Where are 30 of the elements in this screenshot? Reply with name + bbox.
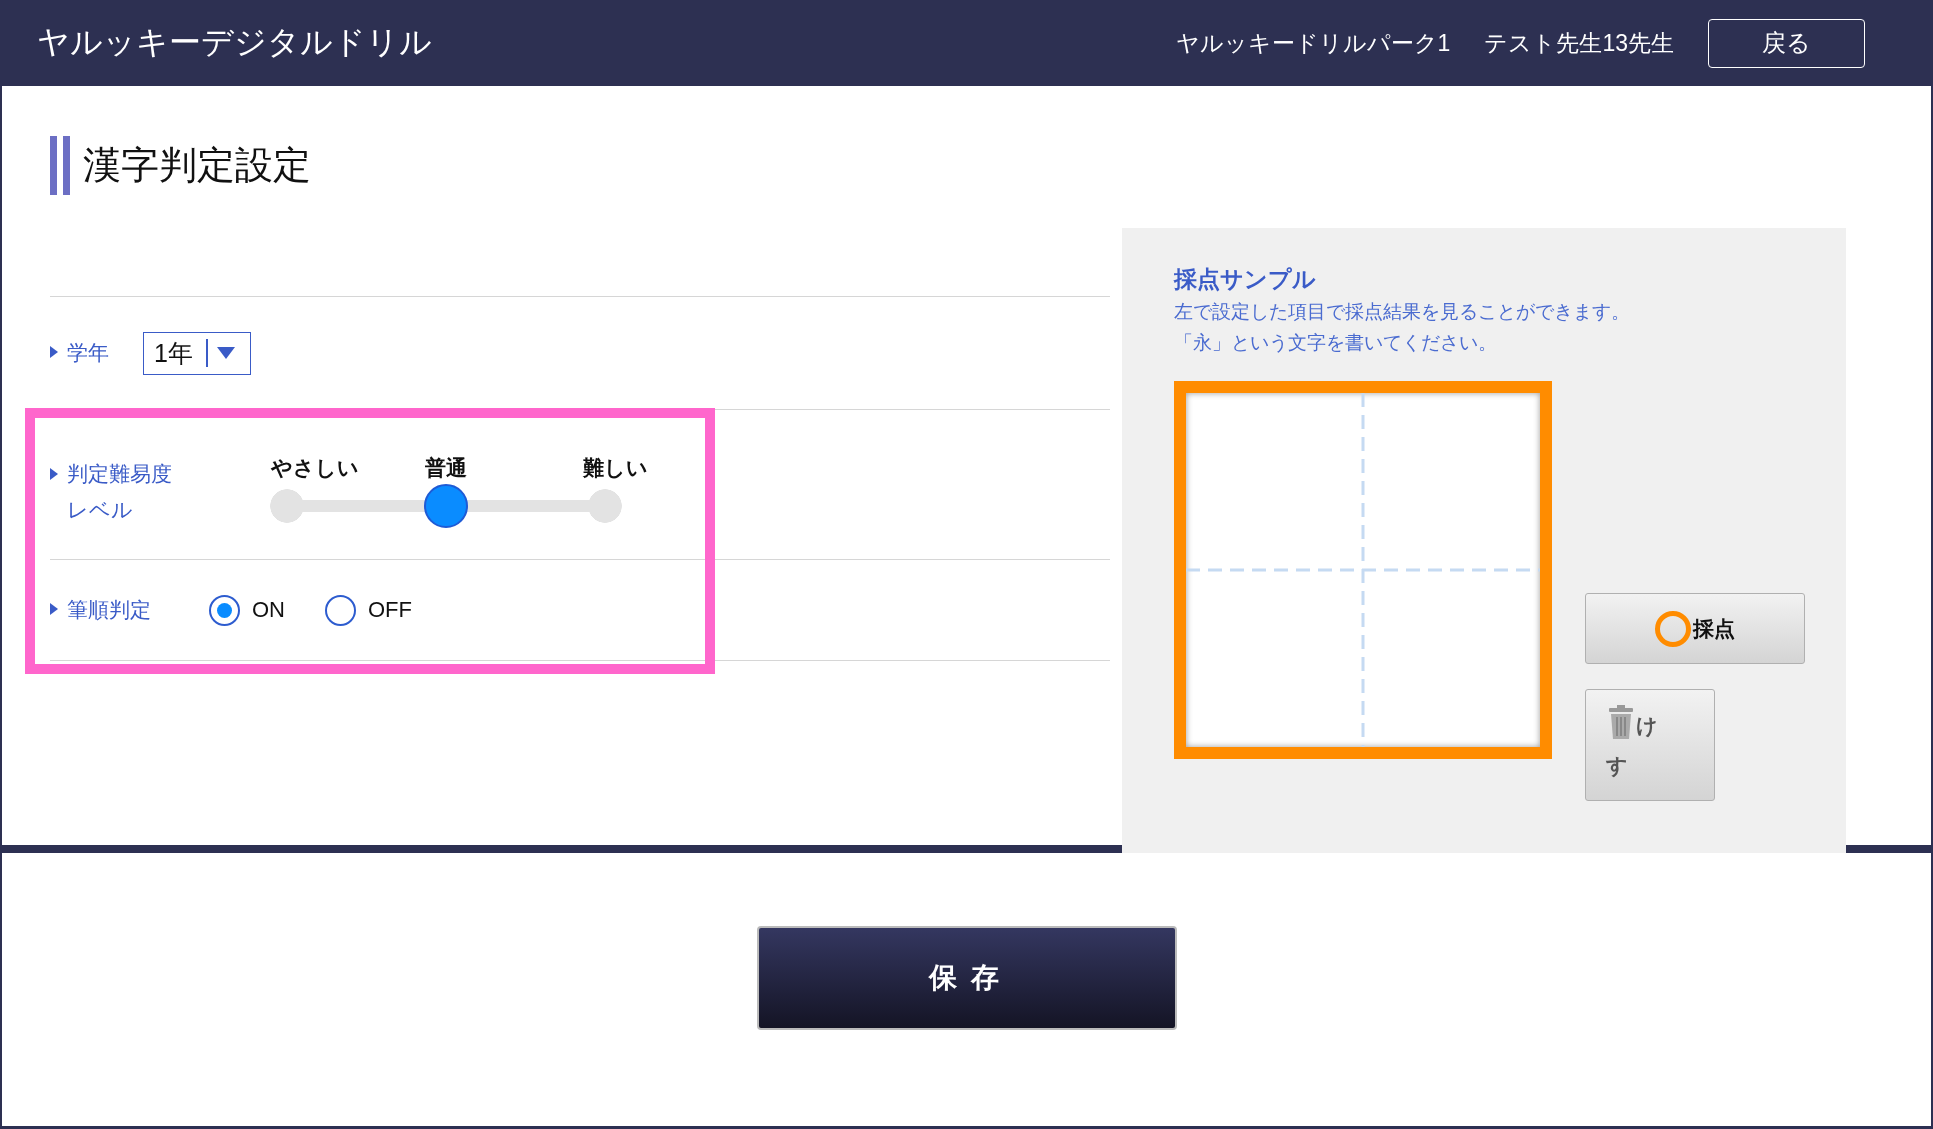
back-button[interactable]: 戻る (1708, 18, 1865, 68)
title-bar-icon (50, 136, 70, 195)
app-title: ヤルッキーデジタルドリル (37, 23, 433, 62)
score-button[interactable]: 採点 (1585, 593, 1805, 664)
instruction-text: 「永」という文字を書いてください。 (1174, 331, 1498, 355)
school-name: ヤルッキードリルパーク1 (1175, 28, 1451, 58)
triangle-icon (50, 603, 58, 615)
erase-button[interactable]: けす (1585, 689, 1715, 801)
level-label: 難しい (582, 455, 648, 481)
dropdown-arrow-icon (216, 347, 235, 359)
field-label: 学年 (67, 340, 109, 366)
panel-title: 採点サンプル (1174, 265, 1317, 294)
slider-thumb[interactable] (424, 484, 469, 528)
instruction-text: 左で設定した項目で採点結果を見ることができます。 (1174, 300, 1631, 324)
page-title: 漢字判定設定 (83, 143, 311, 188)
triangle-icon (50, 346, 58, 358)
field-label: 筆順判定 (67, 597, 151, 623)
field-label: 判定難易度レベル (67, 461, 173, 523)
radio-button[interactable] (325, 594, 356, 626)
triangle-icon (50, 468, 58, 480)
option-label: OFF (368, 597, 412, 623)
level-label: やさしい (271, 455, 360, 481)
trash-icon (1606, 704, 1636, 739)
radio-button[interactable] (209, 594, 240, 626)
grade-select[interactable]: 1年 (143, 331, 251, 375)
save-button[interactable]: 保存 (756, 926, 1177, 1030)
option-label: ON (252, 597, 285, 623)
ring-icon (1655, 610, 1691, 647)
user-name: テスト先生13先生 (1484, 28, 1674, 58)
level-label: 普通 (425, 455, 468, 481)
